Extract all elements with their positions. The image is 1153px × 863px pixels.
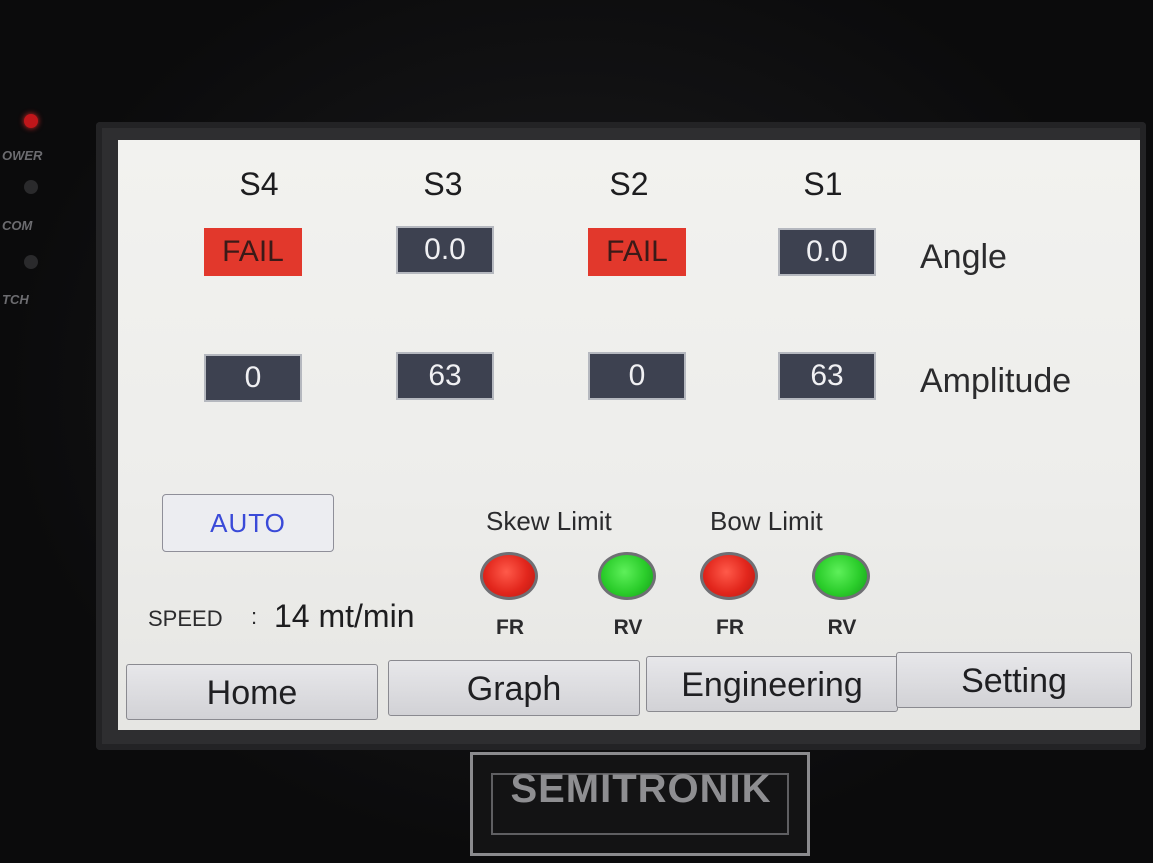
skew-fr-lamp-icon	[480, 552, 538, 600]
nav-engineering-button[interactable]: Engineering	[646, 656, 898, 712]
tch-led-label: TCH	[2, 292, 29, 307]
tch-led-icon	[24, 255, 38, 269]
sensor-header-s2: S2	[609, 166, 649, 202]
sensor-header-s4: S4	[239, 166, 279, 202]
power-led-icon	[24, 114, 38, 128]
speed-label: SPEED	[148, 606, 223, 631]
angle-value-s4: FAIL	[204, 228, 302, 276]
speed-value: 14 mt/min	[274, 598, 415, 634]
angle-row-label: Angle	[920, 238, 1007, 276]
skew-rv-caption: RV	[613, 616, 643, 639]
angle-value-s3: 0.0	[396, 226, 494, 274]
sensor-header-s3: S3	[423, 166, 463, 202]
indicator-panel: OWER COM TCH	[0, 110, 90, 330]
angle-value-s1: 0.0	[778, 228, 876, 276]
sensor-header-s1: S1	[803, 166, 843, 202]
nav-home-button[interactable]: Home	[126, 664, 378, 720]
amplitude-value-s3: 63	[396, 352, 494, 400]
bow-fr-lamp-icon	[700, 552, 758, 600]
amplitude-value-s4: 0	[204, 354, 302, 402]
logo-text: SEMITRONIK	[510, 767, 772, 811]
skew-fr-caption: FR	[496, 616, 524, 639]
amplitude-value-s1: 63	[778, 352, 876, 400]
amplitude-value-s2: 0	[588, 352, 686, 400]
com-led-label: COM	[2, 218, 33, 233]
hmi-screen: S4 S3 S2 S1 FAIL 0.0 FAIL 0.0 Angle 0 63…	[118, 140, 1140, 730]
bow-fr-caption: FR	[716, 616, 744, 639]
skew-limit-label: Skew Limit	[486, 506, 612, 536]
skew-rv-lamp-icon	[598, 552, 656, 600]
brand-logo: SEMITRONIK	[470, 752, 810, 856]
power-led-label: OWER	[2, 148, 43, 163]
angle-value-s2: FAIL	[588, 228, 686, 276]
bow-rv-lamp-icon	[812, 552, 870, 600]
amplitude-row-label: Amplitude	[920, 362, 1072, 400]
nav-setting-button[interactable]: Setting	[896, 652, 1132, 708]
speed-separator: :	[251, 604, 258, 629]
bow-limit-label: Bow Limit	[710, 506, 823, 536]
auto-mode-button[interactable]: AUTO	[162, 494, 334, 552]
com-led-icon	[24, 180, 38, 194]
bow-rv-caption: RV	[827, 616, 857, 639]
nav-graph-button[interactable]: Graph	[388, 660, 640, 716]
